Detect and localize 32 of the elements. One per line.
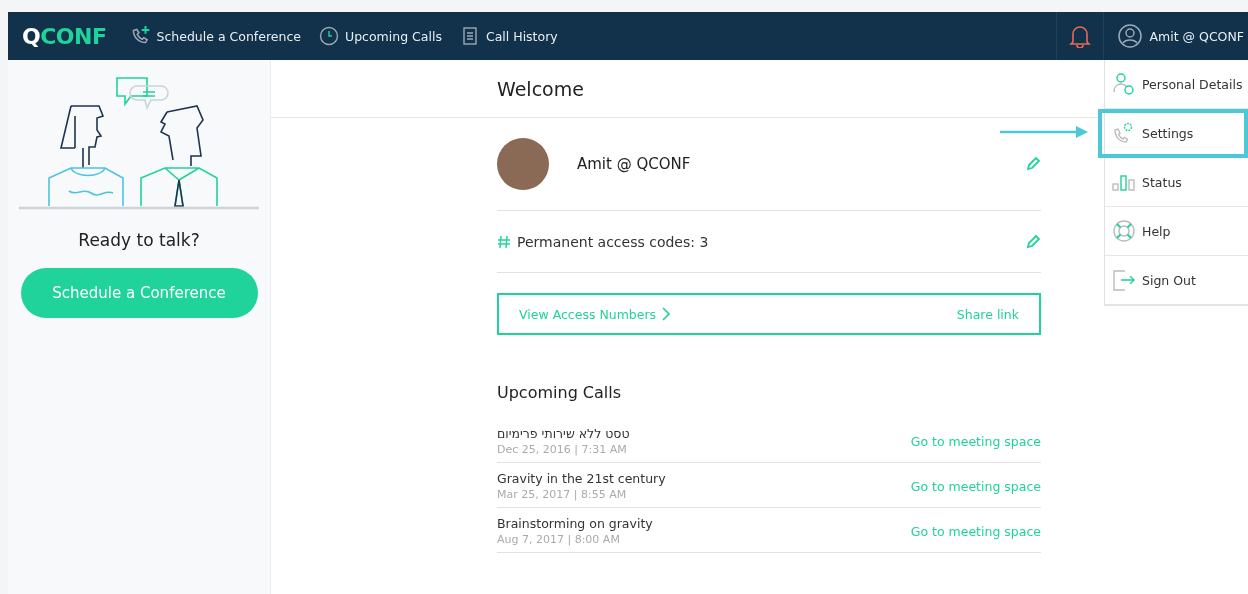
lifebuoy-icon [1112,219,1136,243]
nav-link[interactable]: Upcoming Calls [319,26,442,46]
chevron-right-icon [662,307,671,321]
menu-item[interactable]: Status [1105,158,1248,207]
photo-placeholder [497,138,549,190]
call-title: טסט ללא שירותי פרימיום [497,426,630,441]
pencil-icon[interactable] [1025,156,1041,172]
nav-link[interactable]: Schedule a Conference [128,25,301,47]
ready-prompt: Ready to talk? [78,230,200,250]
call-date: Dec 25, 2016 | 7:31 AM [497,443,628,456]
user-icon [1117,24,1142,48]
pencil-icon[interactable] [1025,233,1041,250]
access-codes-text: Permanent access codes: 3 [517,233,709,250]
section-title: Upcoming Calls [497,383,623,402]
nav-link[interactable]: Call History [459,26,558,46]
hash-icon [497,234,511,249]
clock-icon [319,26,339,46]
bell-icon[interactable] [1068,24,1091,48]
user-name: Amit @ QCONF [577,155,691,173]
call-title: Gravity in the 21st century [497,471,666,486]
call-date: Mar 25, 2017 | 8:55 AM [497,488,628,501]
menu-item[interactable]: Help [1105,207,1248,256]
qconf-logo[interactable]: QCONF [22,23,107,49]
menu-item[interactable]: Personal Details [1105,60,1248,109]
menu-item[interactable]: Settings [1098,109,1248,158]
exit-icon [1112,268,1136,292]
call-title: Brainstorming on gravity [497,516,653,531]
page-title: Welcome [497,77,584,100]
person-info-icon [1112,72,1136,96]
user-menu[interactable]: Amit @ QCONF [1103,24,1248,48]
call-date: Aug 7, 2017 | 8:00 AM [497,533,621,546]
menu-item[interactable]: Sign Out [1105,256,1248,305]
